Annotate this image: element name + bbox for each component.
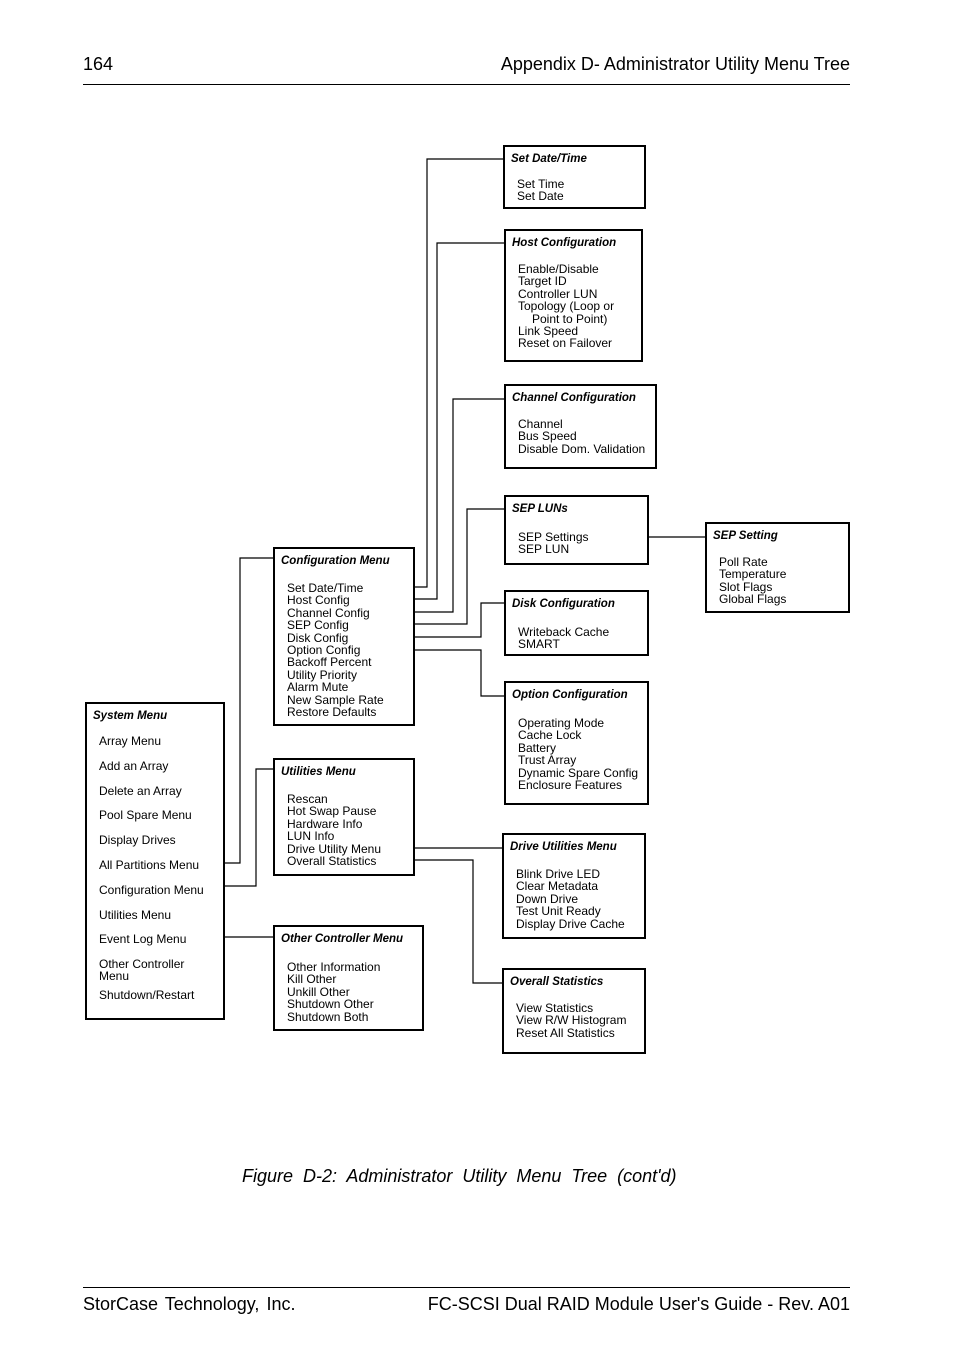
system-menu-box: System Menu Array Menu Add an Array Dele… [85,702,225,1020]
utilities-menu-box: Utilities Menu Rescan Hot Swap Pause Har… [273,758,415,876]
disk-configuration-title: Disk Configuration [512,598,615,610]
menu-item[interactable]: Host Config [287,594,384,607]
sep-luns-box: SEP LUNs SEP Settings SEP LUN [504,495,649,565]
menu-item[interactable]: Global Flags [719,593,786,606]
menu-item[interactable]: Alarm Mute [287,681,384,694]
option-configuration-box: Option Configuration Operating Mode Cach… [504,681,649,805]
configuration-menu-box: Configuration Menu Set Date/Time Host Co… [273,547,415,726]
sep-setting-title: SEP Setting [713,530,778,542]
menu-item[interactable]: Shutdown/Restart [99,983,204,1008]
menu-item[interactable]: Configuration Menu [99,878,204,903]
system-menu-items: Array Menu Add an Array Delete an Array … [99,729,204,1008]
configuration-menu-items: Set Date/Time Host Config Channel Config… [287,582,384,719]
channel-configuration-title: Channel Configuration [512,392,636,404]
drive-utilities-menu-items: Blink Drive LED Clear Metadata Down Driv… [516,868,625,930]
option-configuration-items: Operating Mode Cache Lock Battery Trust … [518,717,638,792]
set-date-time-items: Set Time Set Date [517,178,564,203]
menu-item[interactable]: Kill Other [287,973,380,986]
menu-item[interactable]: SEP LUN [518,543,589,556]
menu-item[interactable]: Disable Dom. Validation [518,442,645,455]
menu-item[interactable]: Temperature [719,568,786,581]
host-configuration-title: Host Configuration [512,237,617,249]
sep-luns-items: SEP Settings SEP LUN [518,531,589,556]
menu-item[interactable]: Delete an Array [99,779,204,804]
menu-item[interactable]: Utilities Menu [99,903,204,928]
option-configuration-title: Option Configuration [512,689,628,701]
menu-item[interactable]: Display Drives [99,828,204,853]
menu-item[interactable]: Hot Swap Pause [287,805,381,818]
menu-item[interactable]: Shutdown Both [287,1010,380,1023]
menu-item[interactable]: Clear Metadata [516,880,625,893]
channel-configuration-items: Channel Bus Speed Disable Dom. Validatio… [518,418,645,456]
other-controller-menu-title: Other Controller Menu [281,933,404,945]
menu-item[interactable]: Cache Lock [518,729,638,742]
connector-config-to-set-date-time [398,158,504,588]
sep-luns-title: SEP LUNs [512,503,568,515]
menu-item[interactable]: Bus Speed [518,430,645,443]
menu-item[interactable]: Trust Array [518,754,638,767]
channel-configuration-box: Channel Configuration Channel Bus Speed … [504,384,657,469]
menu-item[interactable]: Display Drive Cache [516,917,625,930]
menu-item[interactable]: SEP Config [287,619,384,632]
menu-item[interactable]: Reset on Failover [518,337,614,350]
disk-configuration-box: Disk Configuration Writeback Cache SMART [504,590,649,656]
overall-statistics-items: View Statistics View R/W Histogram Reset… [516,1002,626,1040]
utilities-menu-items: Rescan Hot Swap Pause Hardware Info LUN … [287,793,381,868]
menu-item[interactable]: Event Log Menu [99,927,204,952]
menu-item[interactable]: All Partitions Menu [99,853,204,878]
menu-item[interactable]: Topology (Loop or [518,300,614,313]
menu-item[interactable]: Other Controller Menu [99,952,199,983]
sep-setting-items: Poll Rate Temperature Slot Flags Global … [719,556,786,606]
menu-item[interactable]: Add an Array [99,754,204,779]
menu-item[interactable]: Reset All Statistics [516,1026,626,1039]
connector-config-to-host-config [398,242,505,600]
other-controller-menu-box: Other Controller Menu Other Information … [273,925,424,1031]
menu-item[interactable]: Backoff Percent [287,656,384,669]
menu-item[interactable]: Enclosure Features [518,779,638,792]
menu-item[interactable]: Shutdown Other [287,998,380,1011]
drive-utilities-menu-box: Drive Utilities Menu Blink Drive LED Cle… [502,833,646,939]
overall-statistics-title: Overall Statistics [510,976,604,988]
utilities-menu-title: Utilities Menu [281,766,356,778]
configuration-menu-title: Configuration Menu [281,555,390,567]
menu-item[interactable]: Target ID [518,275,614,288]
menu-item[interactable]: Restore Defaults [287,706,384,719]
host-configuration-box: Host Configuration Enable/Disable Target… [504,229,643,362]
set-date-time-title: Set Date/Time [511,153,587,165]
other-controller-menu-items: Other Information Kill Other Unkill Othe… [287,961,380,1023]
sep-setting-box: SEP Setting Poll Rate Temperature Slot F… [705,522,850,613]
menu-item[interactable]: SMART [518,638,609,651]
menu-tree-connectors [210,158,706,984]
footer-document: FC-SCSI Dual RAID Module User's Guide - … [427,1294,850,1314]
menu-item[interactable]: Array Menu [99,729,204,754]
menu-item[interactable]: Overall Statistics [287,855,381,868]
footer-company: StorCase Technology, Inc. [83,1294,296,1314]
system-menu-title: System Menu [93,710,168,722]
host-configuration-items: Enable/Disable Target ID Controller LUN … [518,263,614,350]
menu-item[interactable]: View R/W Histogram [516,1014,626,1027]
menu-item[interactable]: LUN Info [287,830,381,843]
menu-item[interactable]: Test Unit Ready [516,905,625,918]
overall-statistics-box: Overall Statistics View Statistics View … [502,968,646,1054]
set-date-time-box: Set Date/Time Set Time Set Date [503,145,646,209]
menu-item[interactable]: Set Date [517,190,564,203]
drive-utilities-menu-title: Drive Utilities Menu [510,841,617,853]
figure-caption: Figure D-2: Administrator Utility Menu T… [242,1166,677,1186]
disk-configuration-items: Writeback Cache SMART [518,626,609,651]
footer-rule [83,1287,850,1288]
menu-item[interactable]: Pool Spare Menu [99,803,204,828]
